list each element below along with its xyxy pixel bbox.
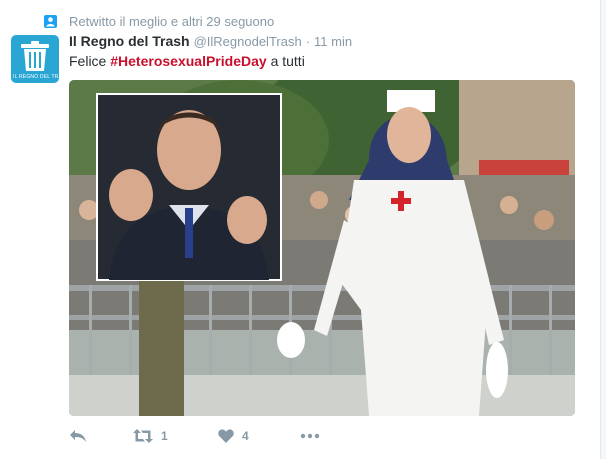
social-context-text: Retwitto il meglio e altri 29 seguono (69, 13, 275, 29)
scrollbar-track[interactable] (601, 0, 606, 459)
avatar[interactable]: IL REGNO DEL TRASH (11, 35, 59, 83)
tweet-header: Il Regno del Trash @IlRegnodelTrash · 11… (69, 33, 352, 51)
user-icon (44, 14, 57, 28)
more-button[interactable] (300, 433, 320, 439)
display-name[interactable]: Il Regno del Trash (69, 33, 190, 49)
avatar-label: IL REGNO DEL TRASH (13, 74, 59, 80)
reply-button[interactable] (69, 429, 133, 443)
retweet-icon (133, 429, 153, 443)
tweet-text-before: Felice (69, 53, 107, 69)
retweet-count: 1 (161, 429, 168, 443)
reply-icon (70, 430, 86, 442)
like-button[interactable]: 4 (218, 429, 300, 443)
like-count: 4 (242, 429, 249, 443)
hashtag-link[interactable]: #HeterosexualPrideDay (110, 53, 266, 69)
tweet-actions: 1 4 (69, 426, 320, 446)
retweet-button[interactable]: 1 (133, 429, 218, 443)
tweet-text: Felice #HeterosexualPrideDay a tutti (69, 53, 305, 69)
tweet-text-after: a tutti (270, 53, 305, 69)
tweet-card[interactable]: Retwitto il meglio e altri 29 seguono IL… (0, 0, 601, 459)
heart-icon (218, 429, 234, 443)
more-icon (300, 433, 320, 439)
tweet-photo[interactable] (69, 80, 575, 416)
time-separator: · (305, 34, 311, 49)
timestamp[interactable]: 11 min (314, 34, 352, 49)
social-context[interactable]: Retwitto il meglio e altri 29 seguono (44, 12, 274, 30)
photo-illustration (69, 80, 575, 416)
username[interactable]: @IlRegnodelTrash (194, 34, 302, 49)
